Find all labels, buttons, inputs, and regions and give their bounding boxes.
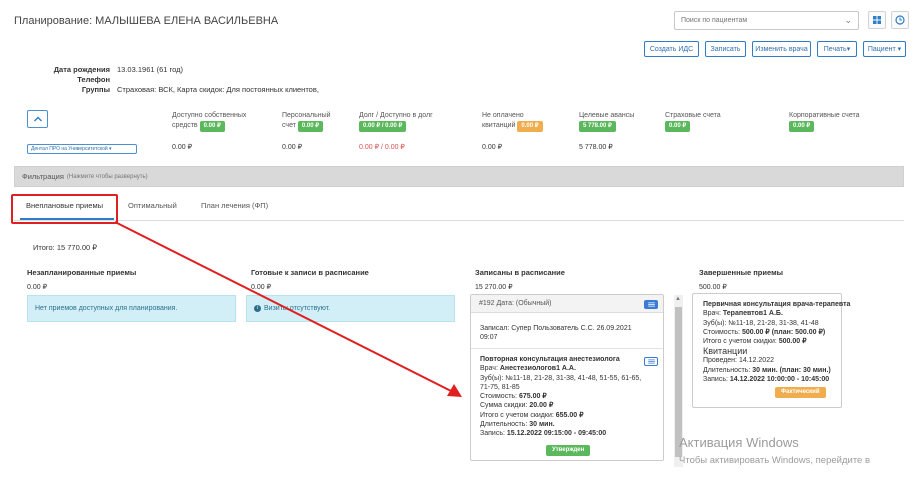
annotation-arrow	[114, 221, 462, 397]
windows-watermark-subtitle: Чтобы активировать Windows, перейдите в	[679, 455, 871, 466]
windows-watermark-title: Активация Windows	[679, 435, 799, 450]
